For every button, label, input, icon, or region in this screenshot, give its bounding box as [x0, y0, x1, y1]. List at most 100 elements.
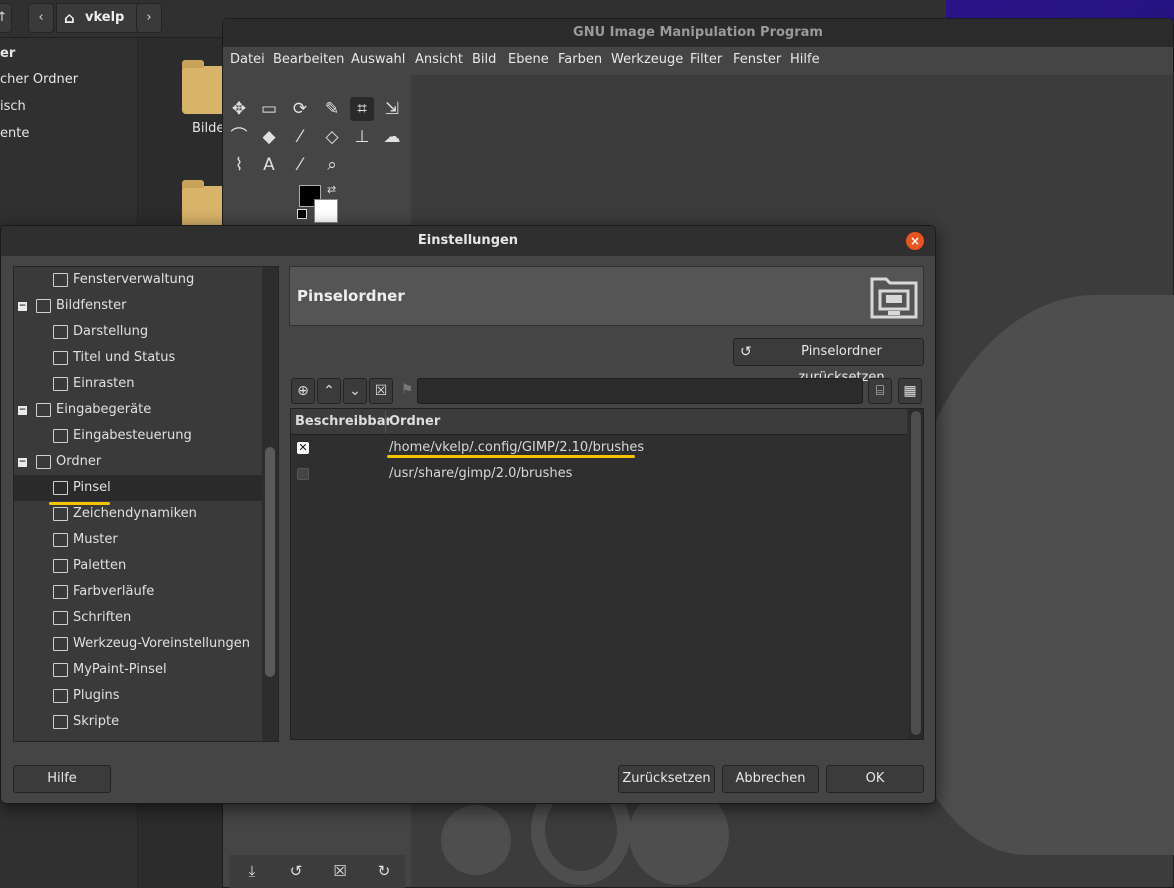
menu-bild[interactable]: Bild	[472, 47, 496, 73]
tree-item[interactable]: Fensterverwaltung	[14, 267, 262, 293]
edit-path-icon[interactable]: ▦	[898, 378, 922, 404]
menu-werkzeuge[interactable]: Werkzeuge	[611, 47, 683, 73]
tree-scrollbar[interactable]	[262, 267, 278, 741]
reset-folders-button[interactable]: ↺ Pinselordner zurücksetzen	[733, 338, 924, 385]
free-select-tool-icon[interactable]: ⟳	[288, 97, 312, 121]
paths-tool-icon[interactable]: ⌇	[227, 153, 251, 177]
help-button[interactable]: Hilfe	[13, 765, 111, 793]
collapse-icon[interactable]: −	[18, 302, 27, 311]
menu-hilfe[interactable]: Hilfe	[790, 47, 820, 73]
default-colors-icon[interactable]	[297, 209, 307, 219]
tree-item-label: Ordner	[56, 454, 102, 469]
title-status-icon	[53, 351, 68, 365]
close-icon[interactable]: ×	[906, 232, 924, 250]
cancel-button[interactable]: Abbrechen	[722, 765, 819, 793]
sidebar-item[interactable]: er	[0, 43, 15, 65]
paintbrush-tool-icon[interactable]: ⁄	[288, 125, 312, 149]
clone-tool-icon[interactable]: ⊥	[350, 125, 374, 149]
swap-colors-icon[interactable]: ⇄	[327, 183, 336, 196]
scripts-icon	[53, 715, 68, 729]
column-writable[interactable]: Beschreibbar	[295, 409, 392, 435]
tree-item-label: Einrasten	[73, 376, 135, 391]
sidebar-item[interactable]: ente	[0, 123, 29, 145]
fonts-icon	[53, 611, 68, 625]
tree-item[interactable]: Paletten	[14, 553, 262, 579]
gradients-icon	[53, 585, 68, 599]
zoom-tool-icon[interactable]: ⌕	[320, 153, 344, 177]
preferences-dialog: Einstellungen × Fensterverwaltung − Bildfe…	[0, 225, 936, 804]
writable-checkbox-checked[interactable]: ✕	[297, 442, 309, 454]
column-folder[interactable]: Ordner	[389, 409, 440, 435]
tree-item[interactable]: − Bildfenster	[14, 293, 262, 319]
menu-fenster[interactable]: Fenster	[733, 47, 781, 73]
highlight-underline	[49, 502, 110, 505]
menu-filter[interactable]: Filter	[690, 47, 722, 73]
sidebar-item[interactable]: isch	[0, 96, 26, 118]
tree-item[interactable]: Pinsel	[14, 475, 262, 501]
column-separator	[385, 411, 386, 433]
tree-item[interactable]: Titel und Status	[14, 345, 262, 371]
tree-item[interactable]: MyPaint-Pinsel	[14, 657, 262, 683]
tree-scrollbar-thumb[interactable]	[265, 447, 275, 677]
move-tool-icon[interactable]: ✥	[227, 97, 251, 121]
sidebar-item[interactable]: cher Ordner	[0, 69, 78, 91]
tree-item[interactable]: Werkzeug-Voreinstellungen	[14, 631, 262, 657]
warp-tool-icon[interactable]: ⌒	[227, 125, 251, 149]
tree-item[interactable]: Schriften	[14, 605, 262, 631]
tree-item[interactable]: − Ordner	[14, 449, 262, 475]
smudge-tool-icon[interactable]: ☁	[380, 125, 404, 149]
tree-item[interactable]: Skripte	[14, 709, 262, 735]
rect-select-tool-icon[interactable]: ▭	[257, 97, 281, 121]
menu-ebene[interactable]: Ebene	[508, 47, 549, 73]
path-label: vkelp	[85, 10, 125, 25]
page-title: Pinselordner	[297, 287, 405, 305]
browse-folder-icon[interactable]: ⌸	[868, 378, 892, 404]
bucket-fill-tool-icon[interactable]: ◆	[257, 125, 281, 149]
eraser-tool-icon[interactable]: ◇	[320, 125, 344, 149]
transform-tool-icon[interactable]: ⇲	[380, 97, 404, 121]
undo-icon[interactable]: ↺	[284, 859, 308, 883]
export-icon[interactable]: ⤓	[240, 859, 264, 883]
menu-datei[interactable]: Datei	[230, 47, 265, 73]
menu-bearbeiten[interactable]: Bearbeiten	[273, 47, 344, 73]
move-up-icon[interactable]: ⌃	[317, 378, 341, 404]
table-row[interactable]: /usr/share/gimp/2.0/brushes	[291, 461, 907, 487]
tree-item-label: Darstellung	[73, 324, 149, 339]
tree-item[interactable]: Einrasten	[14, 371, 262, 397]
menu-ansicht[interactable]: Ansicht	[415, 47, 463, 73]
path-button-home[interactable]: ⌂ vkelp	[56, 3, 138, 33]
fuzzy-select-tool-icon[interactable]: ✎	[320, 97, 344, 121]
list-scrollbar-thumb[interactable]	[911, 411, 921, 735]
tree-item[interactable]: Farbverläufe	[14, 579, 262, 605]
move-down-icon[interactable]: ⌄	[343, 378, 367, 404]
redo-icon[interactable]: ↻	[372, 859, 396, 883]
tree-item[interactable]: Eingabesteuerung	[14, 423, 262, 449]
reset-button[interactable]: Zurücksetzen	[618, 765, 715, 793]
folders-list: Beschreibbar Ordner ✕ /home/vkelp/.confi…	[290, 408, 924, 740]
background-color[interactable]	[314, 199, 338, 223]
new-folder-icon[interactable]: ⊕	[291, 378, 315, 404]
page-header: Pinselordner	[289, 266, 924, 326]
tree-item[interactable]: Muster	[14, 527, 262, 553]
menu-farben[interactable]: Farben	[558, 47, 602, 73]
text-tool-icon[interactable]: A	[257, 153, 281, 177]
delete-icon[interactable]: ☒	[369, 378, 393, 404]
collapse-icon[interactable]: −	[18, 458, 27, 467]
input-devices-icon	[36, 403, 51, 417]
writable-checkbox-unchecked[interactable]	[297, 468, 309, 480]
color-picker-tool-icon[interactable]: ⁄	[288, 153, 312, 177]
tree-item[interactable]: Plugins	[14, 683, 262, 709]
back-button[interactable]: ‹	[28, 3, 54, 33]
tree-item[interactable]: Darstellung	[14, 319, 262, 345]
forward-button[interactable]: ›	[136, 3, 162, 33]
collapse-icon[interactable]: −	[18, 406, 27, 415]
delete-icon[interactable]: ☒	[328, 859, 352, 883]
menu-auswahl[interactable]: Auswahl	[351, 47, 405, 73]
brushes-icon	[53, 481, 68, 495]
tree-item[interactable]: − Eingabegeräte	[14, 397, 262, 423]
crop-tool-icon[interactable]: ⌗	[350, 97, 374, 121]
folder-path-input[interactable]	[417, 378, 863, 404]
list-scrollbar[interactable]	[909, 409, 923, 739]
ok-button[interactable]: OK	[826, 765, 924, 793]
up-arrow-icon[interactable]: ↑	[0, 3, 12, 33]
